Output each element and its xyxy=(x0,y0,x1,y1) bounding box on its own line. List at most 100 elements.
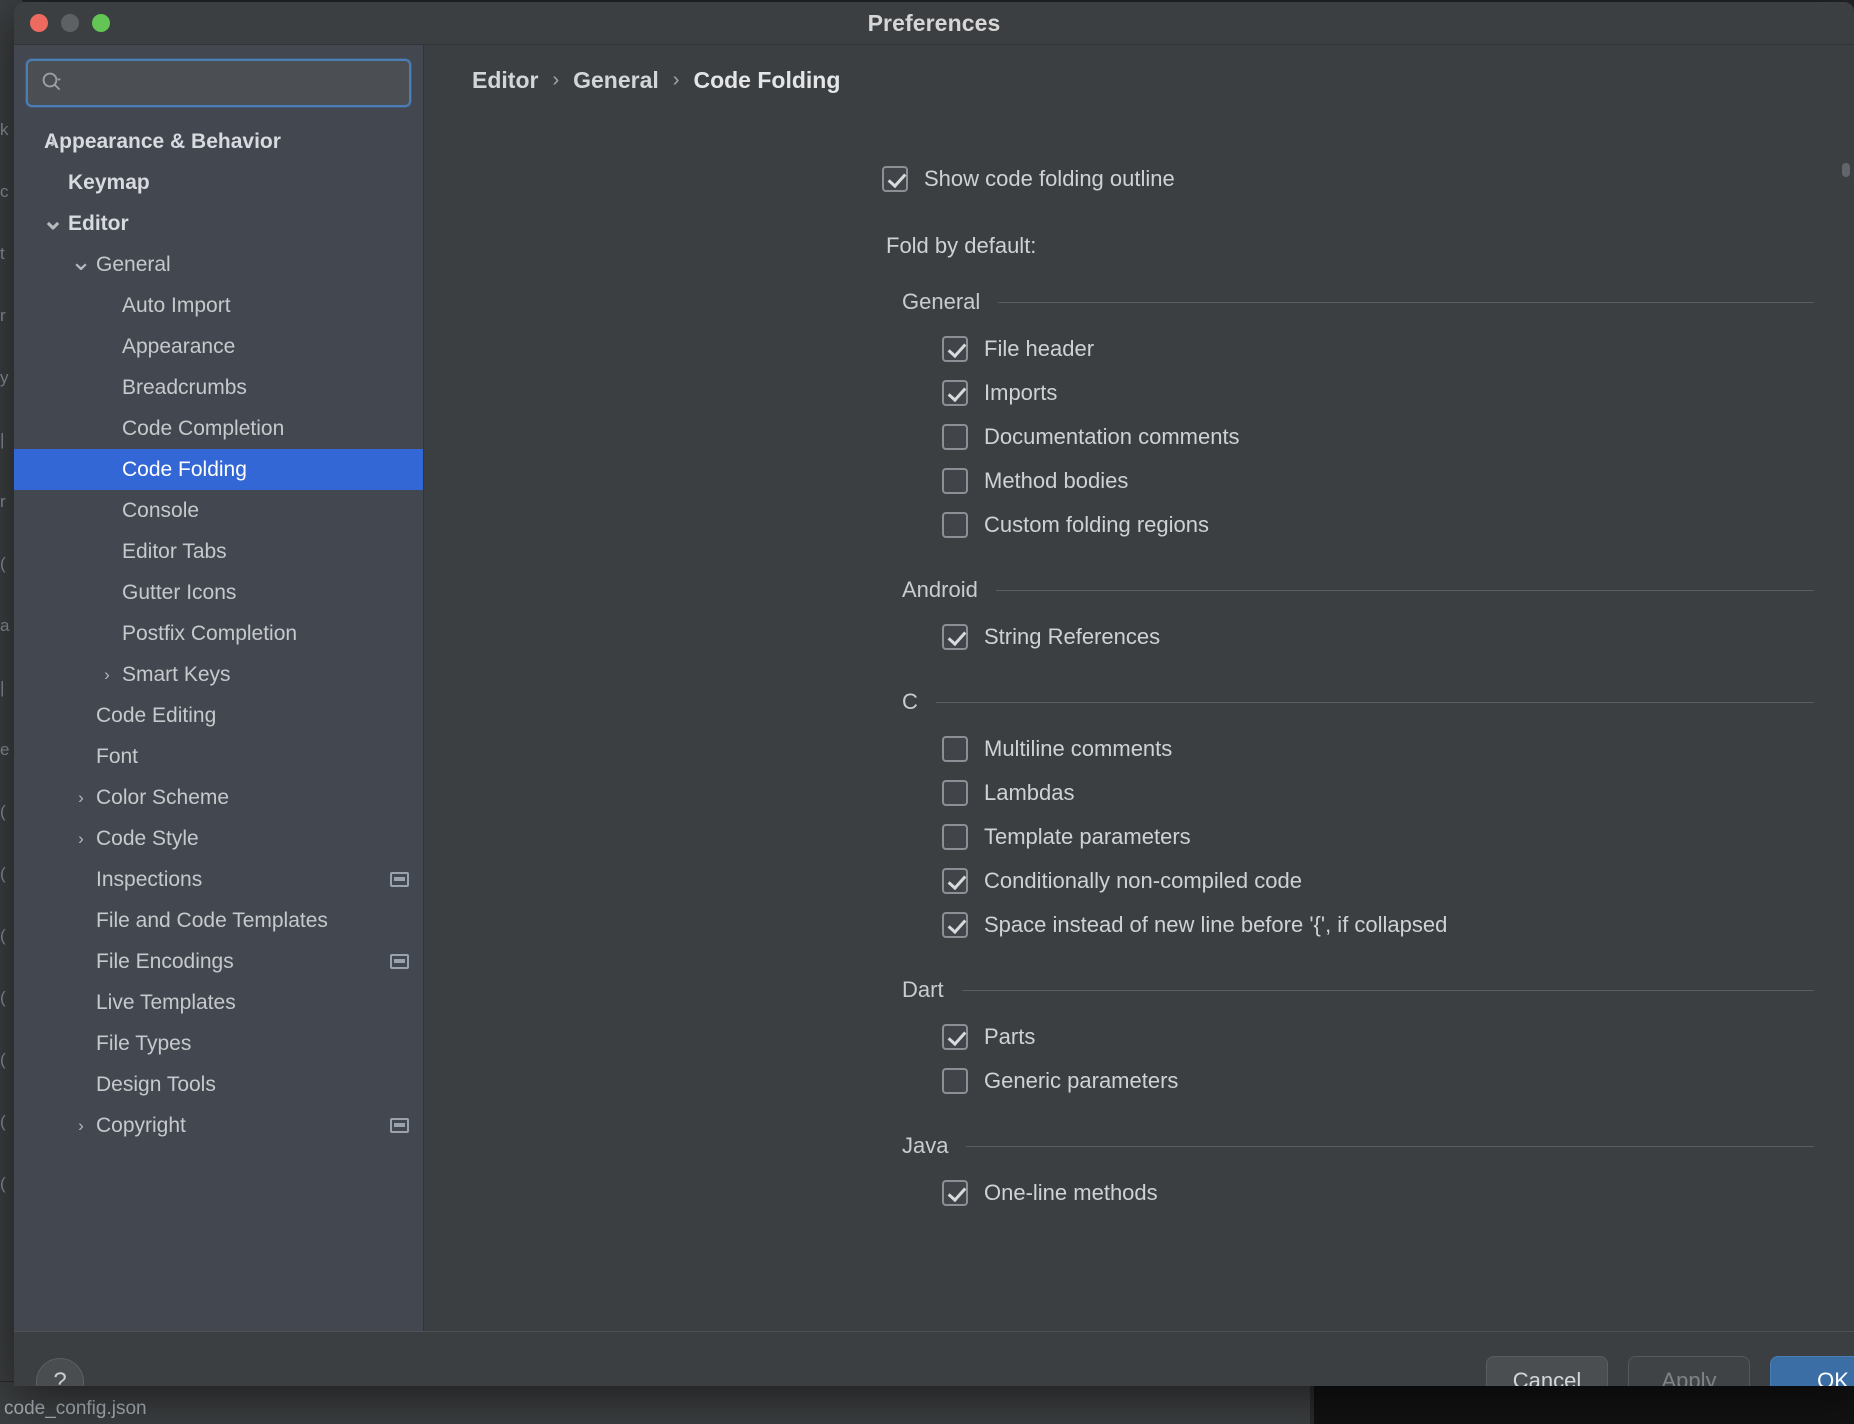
sidebar-item-inspections[interactable]: Inspections xyxy=(14,859,423,900)
fold-option-checkbox[interactable] xyxy=(942,624,968,650)
sidebar-item-color-scheme[interactable]: › Color Scheme xyxy=(14,777,423,818)
sidebar-item-code-completion[interactable]: Code Completion xyxy=(14,408,423,449)
fold-option-row[interactable]: File header xyxy=(942,327,1814,371)
fold-option-row[interactable]: String References xyxy=(942,615,1814,659)
fold-option-row[interactable]: Lambdas xyxy=(942,771,1814,815)
sidebar-item-breadcrumbs[interactable]: Breadcrumbs xyxy=(14,367,423,408)
project-scope-badge-icon xyxy=(390,954,409,969)
fold-option-row[interactable]: Multiline comments xyxy=(942,727,1814,771)
dialog-footer: ? Cancel Apply OK xyxy=(14,1331,1854,1386)
fold-option-checkbox[interactable] xyxy=(942,824,968,850)
fold-option-checkbox[interactable] xyxy=(942,780,968,806)
fold-group-java: Java One-line methods xyxy=(424,1129,1854,1215)
fold-option-label: Conditionally non-compiled code xyxy=(984,868,1302,893)
sidebar-item-general[interactable]: ⌄ General xyxy=(14,244,423,285)
fold-option-row[interactable]: Generic parameters xyxy=(942,1059,1814,1103)
group-divider xyxy=(966,1145,1814,1147)
window-title: Preferences xyxy=(867,10,1001,36)
sidebar-item-file-and-code-templates[interactable]: File and Code Templates xyxy=(14,900,423,941)
breadcrumb-item[interactable]: General xyxy=(573,67,659,94)
project-scope-badge-icon xyxy=(390,1118,409,1133)
fold-option-checkbox[interactable] xyxy=(942,1068,968,1094)
chevron-right-icon[interactable]: › xyxy=(42,133,64,150)
sidebar-item-appearance-behavior[interactable]: › Appearance & Behavior xyxy=(14,121,423,162)
sidebar-item-label: Editor Tabs xyxy=(122,539,227,563)
fold-group-header: General xyxy=(902,285,1814,319)
chevron-down-icon[interactable]: ⌄ xyxy=(42,207,64,233)
fold-groups: General File header Imports Documentation c… xyxy=(424,285,1854,1215)
sidebar-item-label: Auto Import xyxy=(122,293,231,317)
fold-option-checkbox[interactable] xyxy=(942,424,968,450)
sidebar-item-code-style[interactable]: › Code Style xyxy=(14,818,423,859)
sidebar-item-code-editing[interactable]: Code Editing xyxy=(14,695,423,736)
sidebar-item-copyright[interactable]: › Copyright xyxy=(14,1105,423,1146)
search-input[interactable] xyxy=(74,61,401,105)
sidebar-item-font[interactable]: Font xyxy=(14,736,423,777)
sidebar-item-editor[interactable]: ⌄ Editor xyxy=(14,203,423,244)
sidebar-item-file-encodings[interactable]: File Encodings xyxy=(14,941,423,982)
fold-option-row[interactable]: Method bodies xyxy=(942,459,1814,503)
settings-tree: › Appearance & Behavior Keymap ⌄ Editor ⌄ Gene… xyxy=(14,117,423,1146)
fold-option-row[interactable]: Parts xyxy=(942,1015,1814,1059)
help-button[interactable]: ? xyxy=(36,1358,84,1386)
fold-option-label: File header xyxy=(984,336,1095,361)
show-code-folding-outline-option[interactable]: Show code folding outline xyxy=(882,157,1854,201)
cancel-button[interactable]: Cancel xyxy=(1486,1356,1608,1386)
fold-option-label: Method bodies xyxy=(984,468,1129,493)
fold-group-title: Android xyxy=(902,577,978,602)
sidebar-item-appearance[interactable]: Appearance xyxy=(14,326,423,367)
group-divider xyxy=(935,701,1814,703)
fold-option-checkbox[interactable] xyxy=(942,868,968,894)
sidebar-item-label: Live Templates xyxy=(96,990,236,1014)
search-box[interactable] xyxy=(26,59,411,107)
sidebar-item-postfix-completion[interactable]: Postfix Completion xyxy=(14,613,423,654)
fold-option-checkbox[interactable] xyxy=(942,736,968,762)
fold-option-row[interactable]: One-line methods xyxy=(942,1171,1814,1215)
search-area xyxy=(14,45,423,117)
fold-group-dart: Dart Parts Generic parameters xyxy=(424,973,1854,1103)
fold-option-label: String References xyxy=(984,624,1161,649)
fold-option-row[interactable]: Custom folding regions xyxy=(942,503,1814,547)
fold-option-checkbox[interactable] xyxy=(942,336,968,362)
sidebar-item-auto-import[interactable]: Auto Import xyxy=(14,285,423,326)
fold-option-checkbox[interactable] xyxy=(942,1180,968,1206)
sidebar-item-design-tools[interactable]: Design Tools xyxy=(14,1064,423,1105)
sidebar-item-smart-keys[interactable]: › Smart Keys xyxy=(14,654,423,695)
fold-option-row[interactable]: Space instead of new line before '{', if… xyxy=(942,903,1814,947)
chevron-right-icon[interactable]: › xyxy=(96,666,118,683)
sidebar-item-editor-tabs[interactable]: Editor Tabs xyxy=(14,531,423,572)
chevron-right-icon[interactable]: › xyxy=(70,830,92,847)
sidebar-item-console[interactable]: Console xyxy=(14,490,423,531)
sidebar-item-label: File Types xyxy=(96,1031,192,1055)
sidebar-item-label: Font xyxy=(96,744,139,768)
chevron-down-icon[interactable]: ⌄ xyxy=(70,248,92,274)
sidebar-item-label: File and Code Templates xyxy=(96,908,328,932)
ok-button[interactable]: OK xyxy=(1770,1356,1854,1386)
sidebar-item-label: General xyxy=(96,252,171,276)
fold-option-row[interactable]: Imports xyxy=(942,371,1814,415)
show-code-folding-outline-checkbox[interactable] xyxy=(882,166,908,192)
fold-option-label: Lambdas xyxy=(984,780,1075,805)
fold-option-checkbox[interactable] xyxy=(942,468,968,494)
fold-option-checkbox[interactable] xyxy=(942,912,968,938)
fold-option-row[interactable]: Template parameters xyxy=(942,815,1814,859)
fold-option-checkbox[interactable] xyxy=(942,512,968,538)
fold-option-checkbox[interactable] xyxy=(942,380,968,406)
sidebar-item-gutter-icons[interactable]: Gutter Icons xyxy=(14,572,423,613)
sidebar-item-keymap[interactable]: Keymap xyxy=(14,162,423,203)
sidebar-item-live-templates[interactable]: Live Templates xyxy=(14,982,423,1023)
fold-by-default-label: Fold by default: xyxy=(886,233,1037,258)
chevron-right-icon[interactable]: › xyxy=(70,1117,92,1134)
chevron-right-icon[interactable]: › xyxy=(70,789,92,806)
fold-option-checkbox[interactable] xyxy=(942,1024,968,1050)
fold-option-row[interactable]: Documentation comments xyxy=(942,415,1814,459)
fold-option-row[interactable]: Conditionally non-compiled code xyxy=(942,859,1814,903)
sidebar-item-label: Code Style xyxy=(96,826,199,850)
breadcrumb-item[interactable]: Editor xyxy=(472,67,538,94)
sidebar-item-code-folding[interactable]: Code Folding xyxy=(14,449,423,490)
fold-group-header: C xyxy=(902,685,1814,719)
apply-button[interactable]: Apply xyxy=(1628,1356,1750,1386)
sidebar-item-file-types[interactable]: File Types xyxy=(14,1023,423,1064)
fold-option-label: Multiline comments xyxy=(984,736,1173,761)
fold-option-label: Parts xyxy=(984,1024,1036,1049)
